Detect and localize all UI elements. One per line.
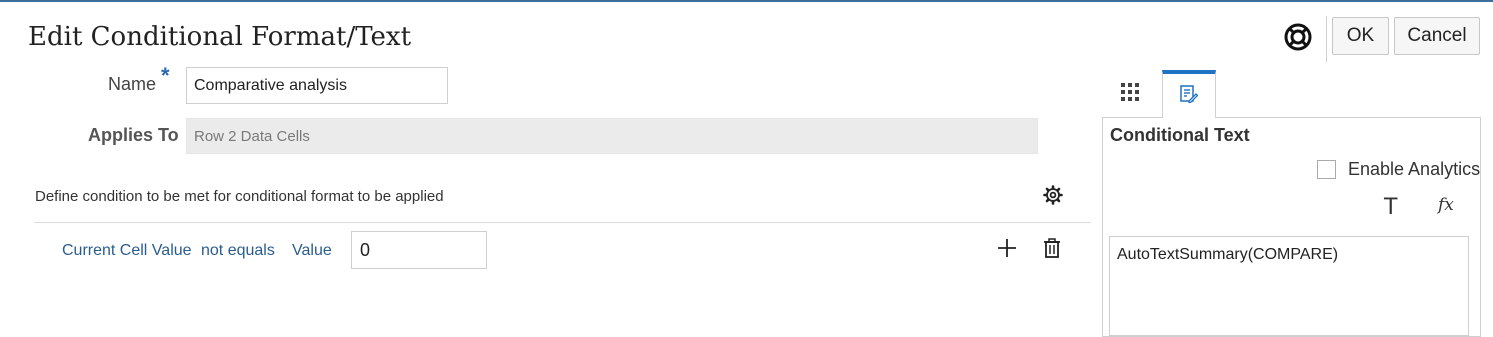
applies-to-field: Row 2 Data Cells [186, 118, 1038, 154]
delete-condition-trash-icon[interactable] [1043, 238, 1061, 258]
grid-icon [1121, 82, 1139, 106]
help-lifebuoy-icon[interactable] [1282, 21, 1314, 53]
section-divider [34, 222, 1091, 223]
top-border [0, 0, 1493, 2]
applies-to-label: Applies To [88, 125, 179, 145]
name-label: Name [108, 74, 157, 94]
right-operand-type-link[interactable]: Value [292, 242, 332, 260]
add-condition-plus-icon[interactable] [996, 237, 1018, 259]
text-format-icon[interactable]: T [1384, 195, 1397, 220]
enable-analytics-label: Enable Analytics [1348, 159, 1481, 179]
condition-instruction: Define condition to be met for condition… [35, 188, 444, 205]
ok-button[interactable]: OK [1332, 17, 1389, 55]
condition-value-input[interactable] [351, 231, 487, 269]
edit-document-icon [1180, 84, 1199, 108]
gear-icon[interactable] [1043, 185, 1063, 205]
function-fx-icon[interactable]: fx [1438, 195, 1454, 215]
tab-conditional-text[interactable] [1162, 70, 1216, 118]
tab-conditional-format-grid[interactable] [1108, 72, 1152, 116]
toolbar-divider [1326, 16, 1327, 62]
cancel-button[interactable]: Cancel [1394, 17, 1480, 55]
conditional-text-editor[interactable]: AutoTextSummary(COMPARE) [1109, 236, 1469, 336]
left-operand-link[interactable]: Current Cell Value [62, 242, 192, 260]
operator-link[interactable]: not equals [201, 242, 275, 260]
required-indicator: * [161, 63, 170, 88]
applies-to-value: Row 2 Data Cells [194, 127, 310, 145]
name-input[interactable] [186, 67, 448, 104]
dialog-title: Edit Conditional Format/Text [28, 22, 412, 52]
enable-analytics-checkbox[interactable] [1317, 160, 1336, 179]
panel-title: Conditional Text [1110, 125, 1250, 145]
